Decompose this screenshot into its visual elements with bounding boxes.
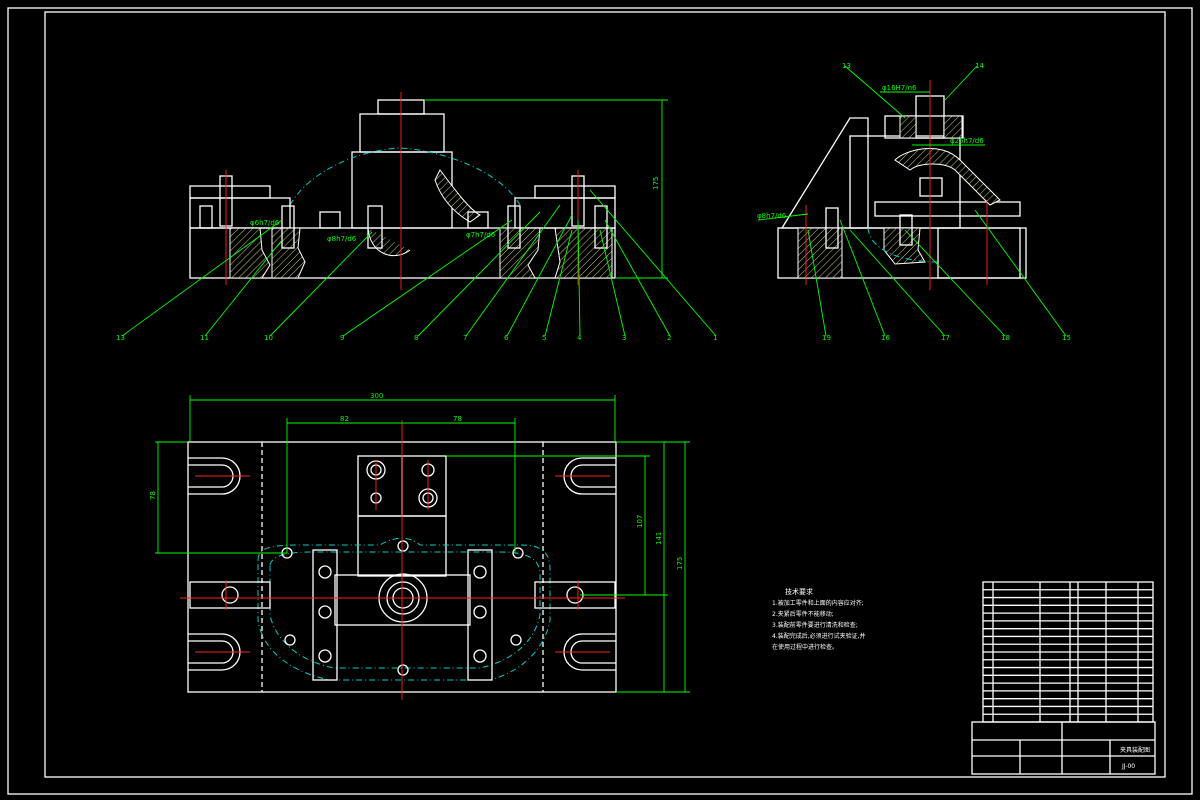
- callout-13: 13: [116, 334, 125, 342]
- callout-10: 10: [264, 334, 273, 342]
- technical-requirements: 技术要求 1.被加工零件和上面的内容应对齐; 2.夹紧后零件不能移动; 3.装配…: [772, 587, 866, 651]
- tech-note-4: 4.装配完成后,必须进行试夹验证,并: [772, 632, 866, 640]
- side-fit-dim-2: φ25h7/d6: [950, 137, 984, 145]
- tech-note-3: 3.装配前零件要进行清洗和检查;: [772, 621, 858, 629]
- side-callout-15: 15: [1062, 334, 1071, 342]
- callout-8: 8: [414, 334, 418, 342]
- callout-4: 4: [577, 334, 582, 342]
- drawing-number: JJ-00: [1121, 763, 1135, 770]
- callout-5: 5: [542, 334, 546, 342]
- callout-7: 7: [463, 334, 467, 342]
- cad-drawing: 175 φ6h7/d6 φ8h7/d6 φ7h7/d6 13 11 10 9 8…: [7, 7, 1193, 795]
- tech-note-5: 在使用过程中进行检查。: [772, 643, 838, 651]
- side-callout-17: 17: [941, 334, 950, 342]
- side-callout-18: 18: [1001, 334, 1010, 342]
- fit-dim-3: φ7h7/d6: [466, 231, 496, 239]
- front-view: 175 φ6h7/d6 φ8h7/d6 φ7h7/d6 13 11 10 9 8…: [116, 92, 717, 342]
- tech-note-1: 1.被加工零件和上面的内容应对齐;: [772, 599, 864, 607]
- side-fit-dim-1: φ16H7/n6: [882, 84, 917, 92]
- callout-6: 6: [504, 334, 509, 342]
- dim-78-v: 78: [149, 491, 157, 500]
- drawing-title: 夹具装配图: [1120, 746, 1150, 754]
- callout-3: 3: [622, 334, 626, 342]
- dim-300: 300: [370, 392, 383, 400]
- top-view: 300 82 78 78 107 141 175: [149, 392, 690, 700]
- fit-dim-1: φ6h7/d6: [250, 219, 280, 227]
- fit-dim-2: φ8h7/d6: [327, 235, 357, 243]
- side-callout-14: 14: [975, 62, 984, 70]
- side-callout-13: 13: [842, 62, 851, 70]
- dim-82: 82: [340, 415, 349, 423]
- dim-78-h: 78: [453, 415, 462, 423]
- side-fit-dim-3: φ8h7/d6: [757, 212, 787, 220]
- inner-frame: [44, 11, 1166, 778]
- drawing-canvas: 175 φ6h7/d6 φ8h7/d6 φ7h7/d6 13 11 10 9 8…: [0, 0, 1200, 800]
- side-callout-16: 16: [881, 334, 890, 342]
- outer-border: [7, 7, 1193, 795]
- tech-note-2: 2.夹紧后零件不能移动;: [772, 610, 834, 618]
- callout-1: 1: [713, 334, 717, 342]
- dim-141: 141: [655, 532, 663, 545]
- front-height-dim: 175: [652, 177, 660, 190]
- tech-notes-title: 技术要求: [785, 587, 813, 596]
- callout-2: 2: [667, 334, 671, 342]
- side-view: 13 14 φ16H7/n6 φ25h7/d6 φ8h7/d6 19 16 17…: [757, 62, 1071, 342]
- callout-9: 9: [340, 334, 344, 342]
- dim-107: 107: [636, 515, 644, 528]
- title-block: 夹具装配图 JJ-00: [971, 581, 1156, 775]
- dim-175: 175: [676, 557, 684, 570]
- side-callout-19: 19: [822, 334, 831, 342]
- callout-11: 11: [200, 334, 209, 342]
